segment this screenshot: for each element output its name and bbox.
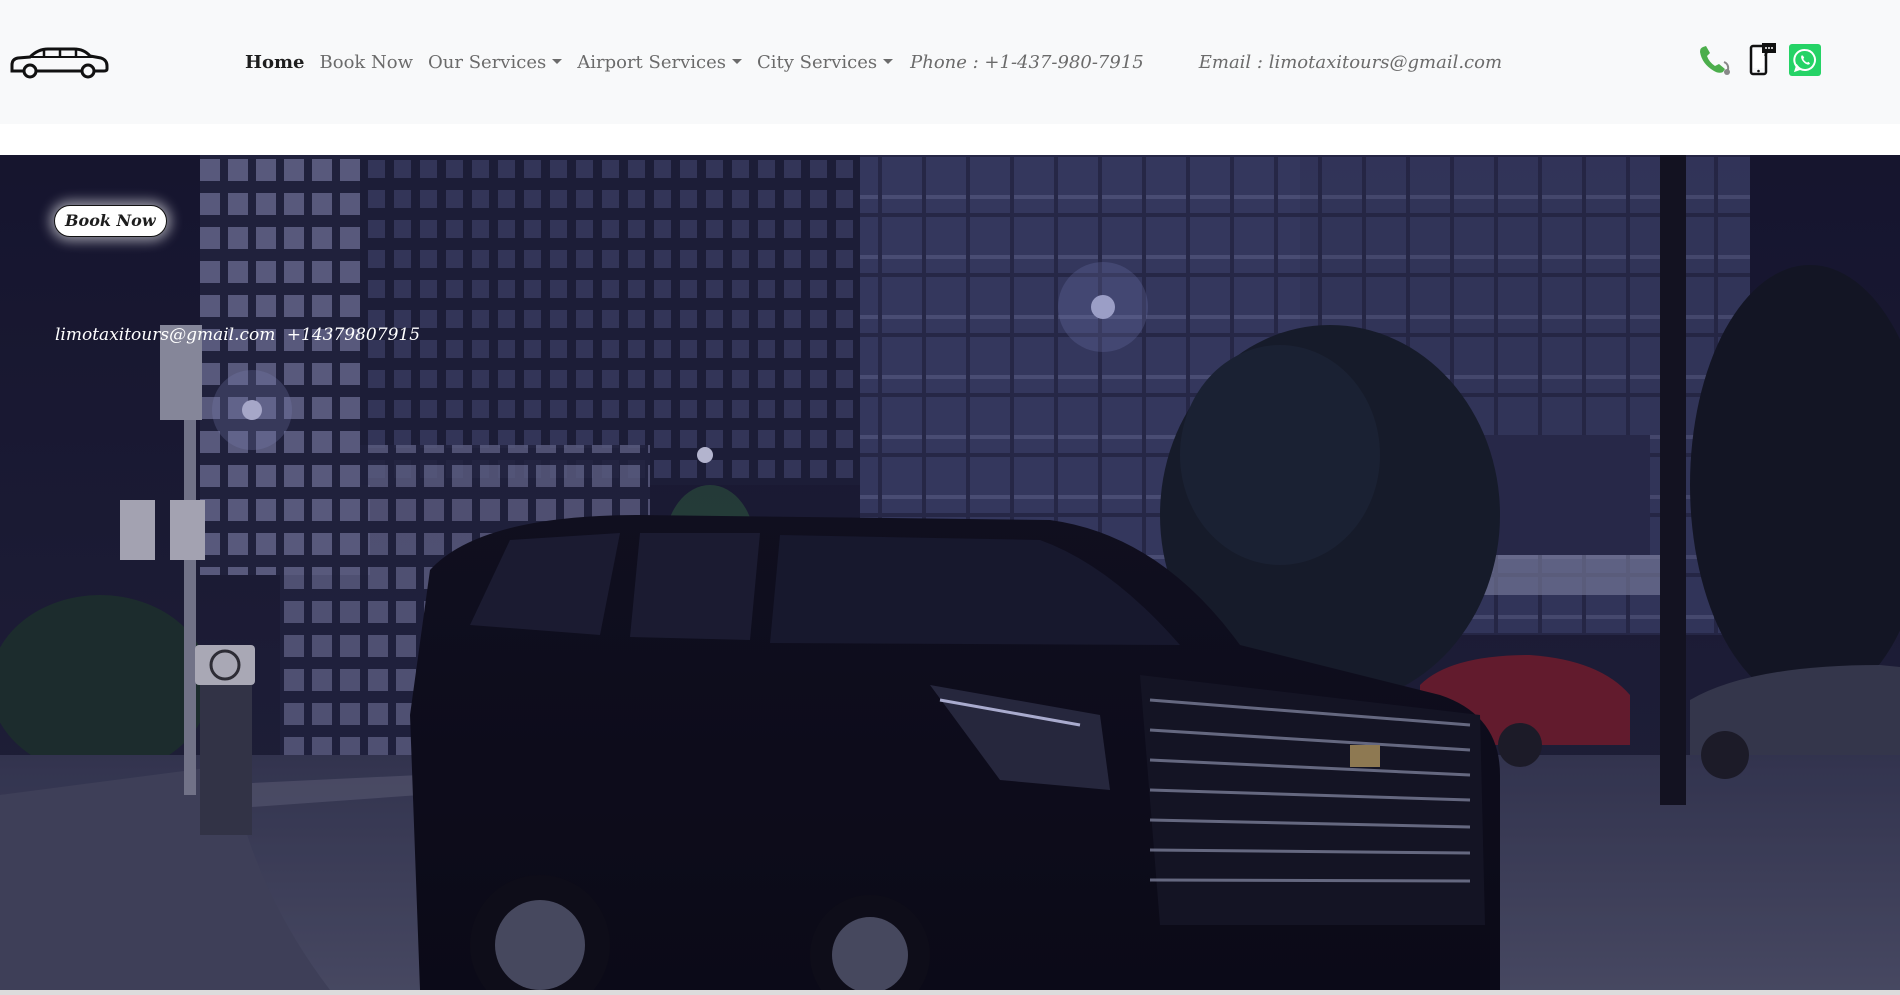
nav-email-text: Email : limotaxitours@gmail.com	[1198, 51, 1503, 73]
caret-down-icon	[731, 58, 742, 64]
phone-icon[interactable]	[1698, 44, 1732, 76]
nav-our-services-label: Our Services	[428, 51, 547, 73]
top-navbar: Home Book Now Our Services Airport Servi…	[0, 0, 1900, 124]
hero-section: Book Now limotaxitours@gmail.com +143798…	[0, 155, 1900, 990]
limousine-logo-icon[interactable]	[8, 43, 110, 79]
hero-phone-text: +14379807915	[286, 325, 421, 345]
hero-book-now-button[interactable]: Book Now	[54, 205, 167, 237]
hero-email-text: limotaxitours@gmail.com	[55, 325, 276, 345]
hero-dark-overlay	[0, 155, 1900, 990]
nav-airport-services-dropdown[interactable]: Airport Services	[577, 52, 742, 73]
caret-down-icon	[883, 58, 894, 64]
nav-our-services-dropdown[interactable]: Our Services	[428, 51, 563, 73]
mobile-sms-icon[interactable]	[1748, 42, 1778, 76]
caret-down-icon	[552, 58, 563, 64]
nav-city-services-dropdown[interactable]: City Services	[756, 51, 894, 73]
page-bottom-border	[0, 990, 1900, 995]
nav-book-now[interactable]: Book Now	[320, 52, 414, 73]
nav-links: Home Book Now Our Services Airport Servi…	[245, 48, 1502, 76]
nav-phone-text: Phone : +1-437-980-7915	[910, 51, 1144, 73]
nav-city-services-label: City Services	[756, 51, 878, 73]
whatsapp-icon[interactable]	[1789, 44, 1821, 76]
nav-airport-services-label: Airport Services	[577, 51, 726, 73]
nav-home[interactable]: Home	[245, 52, 305, 73]
hero-contact-line: limotaxitours@gmail.com +14379807915	[55, 325, 426, 345]
